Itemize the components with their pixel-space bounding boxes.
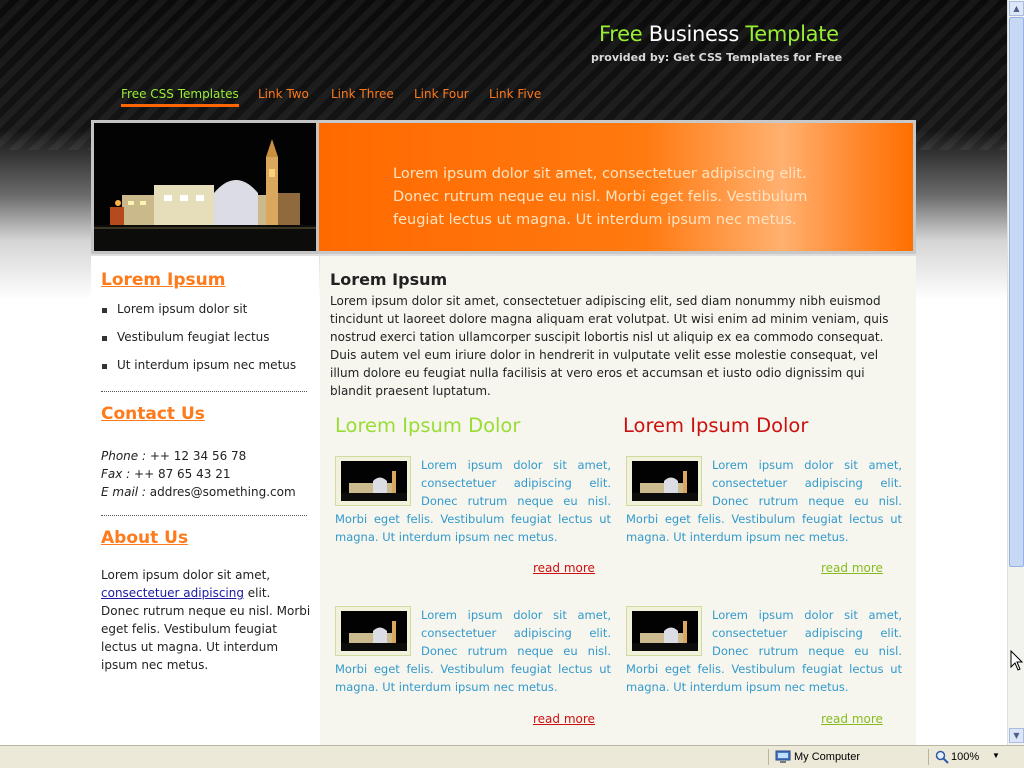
- site-title: Free Business Template: [599, 22, 839, 46]
- zoom-level[interactable]: 100%: [951, 751, 979, 763]
- contact-info: Phone : ++ 12 34 56 78 Fax : ++ 87 65 43…: [101, 447, 296, 501]
- nav-link-two[interactable]: Link Two: [258, 87, 309, 101]
- read-more-link[interactable]: read more: [821, 561, 883, 575]
- banner-text: Lorem ipsum dolor sit amet, consectetuer…: [393, 166, 808, 228]
- article-thumbnail[interactable]: [335, 456, 411, 506]
- orange-banner: Lorem ipsum dolor sit amet, consectetuer…: [319, 120, 916, 254]
- list-item: Lorem ipsum dolor sit: [101, 302, 296, 330]
- contact-email: E mail : addres@something.com: [101, 483, 296, 501]
- scroll-down-icon[interactable]: ▼: [1009, 728, 1024, 743]
- site-title-free: Free: [599, 22, 643, 46]
- nav-link-five[interactable]: Link Five: [489, 87, 541, 101]
- fax-label: Fax :: [101, 467, 131, 481]
- article-item: Lorem ipsum dolor sit amet, consectetuer…: [626, 456, 902, 546]
- column-1-heading: Lorem Ipsum Dolor: [335, 414, 521, 437]
- main-content: Lorem Ipsum Lorem ipsum dolor sit amet, …: [320, 256, 916, 745]
- article-thumbnail[interactable]: [626, 456, 702, 506]
- scroll-up-icon[interactable]: ▲: [1009, 1, 1024, 16]
- email-label: E mail :: [101, 485, 146, 499]
- site-subtitle: provided by: Get CSS Templates for Free: [591, 51, 843, 64]
- list-item: Ut interdum ipsum nec metus: [101, 358, 296, 386]
- fax-value: ++ 87 65 43 21: [130, 467, 231, 481]
- nav-link-free-css-templates[interactable]: Free CSS Templates: [121, 87, 239, 107]
- about-link[interactable]: consectetuer adipiscing: [101, 586, 244, 600]
- article-item: Lorem ipsum dolor sit amet, consectetuer…: [335, 606, 611, 696]
- phone-label: Phone :: [101, 449, 147, 463]
- security-zone-label: My Computer: [794, 751, 861, 763]
- zoom-dropdown-arrow[interactable]: ▼: [992, 751, 1000, 760]
- article-item: Lorem ipsum dolor sit amet, consectetuer…: [335, 456, 611, 546]
- browser-viewport: Free Business Template provided by: Get …: [0, 0, 1007, 745]
- status-bar: My Computer 100% ▼: [0, 745, 1024, 768]
- sidebar-lorem-heading: Lorem Ipsum: [101, 270, 226, 290]
- article-item: Lorem ipsum dolor sit amet, consectetuer…: [626, 606, 902, 696]
- status-divider: [928, 749, 929, 765]
- scroll-thumb[interactable]: [1009, 17, 1024, 567]
- contact-fax: Fax : ++ 87 65 43 21: [101, 465, 296, 483]
- main-paragraph: Lorem ipsum dolor sit amet, consectetuer…: [330, 294, 889, 398]
- read-more-link[interactable]: read more: [533, 561, 595, 575]
- night-building-photo: [94, 123, 316, 251]
- article-thumbnail[interactable]: [335, 606, 411, 656]
- status-divider: [768, 749, 769, 765]
- computer-icon: [775, 750, 791, 763]
- contact-phone: Phone : ++ 12 34 56 78: [101, 447, 296, 465]
- read-more-link[interactable]: read more: [533, 712, 595, 726]
- mouse-cursor-icon: [1010, 650, 1024, 671]
- zoom-icon[interactable]: [935, 750, 949, 764]
- about-text-start: Lorem ipsum dolor sit amet,: [101, 568, 271, 582]
- sidebar-divider: [101, 391, 307, 392]
- nav-link-four[interactable]: Link Four: [414, 87, 469, 101]
- site-title-business: Business: [642, 22, 746, 46]
- left-sidebar: Lorem Ipsum Lorem ipsum dolor sit Vestib…: [91, 256, 319, 745]
- site-title-template: Template: [745, 22, 839, 46]
- sidebar-divider: [101, 515, 307, 516]
- main-heading: Lorem Ipsum: [330, 270, 448, 289]
- column-2-heading: Lorem Ipsum Dolor: [623, 414, 809, 437]
- phone-value: ++ 12 34 56 78: [146, 449, 247, 463]
- read-more-link[interactable]: read more: [821, 712, 883, 726]
- sidebar-contact-heading: Contact Us: [101, 404, 205, 424]
- nav-link-three[interactable]: Link Three: [331, 87, 394, 101]
- sidebar-about-heading: About Us: [101, 528, 189, 548]
- vertical-scrollbar[interactable]: ▲ ▼: [1007, 0, 1024, 745]
- header-photo-frame: [91, 120, 319, 254]
- article-thumbnail[interactable]: [626, 606, 702, 656]
- sidebar-lorem-list: Lorem ipsum dolor sit Vestibulum feugiat…: [101, 302, 296, 386]
- list-item: Vestibulum feugiat lectus: [101, 330, 296, 358]
- email-value: addres@something.com: [145, 485, 296, 499]
- about-text: Lorem ipsum dolor sit amet, consectetuer…: [101, 566, 311, 674]
